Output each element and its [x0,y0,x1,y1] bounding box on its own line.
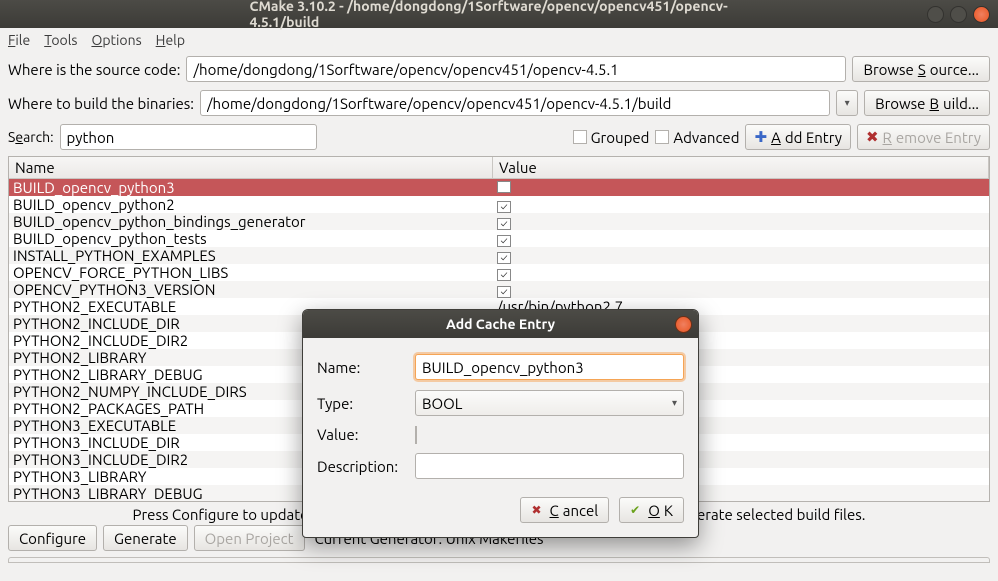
dialog-cancel-button[interactable]: Cancel [520,497,609,523]
dialog-value-checkbox[interactable] [415,426,417,444]
build-label: Where to build the binaries: [8,95,194,112]
configure-button[interactable]: Configure [8,525,97,551]
add-entry-button[interactable]: ✚ Add Entry [745,124,850,150]
dialog-close-icon[interactable] [675,316,692,333]
build-row: Where to build the binaries: ▾ Browse Bu… [0,86,998,120]
grouped-checkbox[interactable]: Grouped [573,129,650,146]
browse-source-button[interactable]: Browse Source... [852,56,990,82]
dialog-name-input[interactable] [415,354,684,380]
dialog-title: Add Cache Entry [446,316,555,332]
cell-value[interactable] [493,196,989,213]
cell-checkbox[interactable] [497,269,511,281]
cell-name: BUILD_opencv_python2 [9,196,493,213]
menu-help[interactable]: Help [156,32,185,48]
cell-name: INSTALL_PYTHON_EXAMPLES [9,247,493,264]
window-titlebar: CMake 3.10.2 - /home/dongdong/1Sorftware… [0,0,998,28]
menu-file[interactable]: File [8,32,30,48]
build-history-dropdown[interactable]: ▾ [836,90,858,116]
close-icon[interactable] [973,6,990,23]
cell-name: OPENCV_FORCE_PYTHON_LIBS [9,264,493,281]
cell-checkbox[interactable] [497,252,511,264]
maximize-icon[interactable] [950,6,967,23]
menubar: File Tools Options Help [0,28,998,52]
advanced-checkbox[interactable]: Advanced [655,129,739,146]
cell-value[interactable] [493,230,989,247]
dialog-description-input[interactable] [415,453,684,479]
remove-entry-button: ✖ Remove Entry [857,124,990,150]
search-row: Search: Grouped Advanced ✚ Add Entry ✖ R… [0,120,998,154]
table-row[interactable]: BUILD_opencv_python3 [9,179,989,196]
cell-name: BUILD_opencv_python3 [9,179,493,196]
column-header-name[interactable]: Name [9,157,493,178]
table-row[interactable]: BUILD_opencv_python2 [9,196,989,213]
cell-value[interactable] [493,247,989,264]
cell-checkbox[interactable] [497,286,511,298]
cell-checkbox[interactable] [497,201,511,213]
cell-value[interactable] [493,213,989,230]
minimize-icon[interactable] [927,6,944,23]
cell-checkbox[interactable] [497,181,511,193]
generate-button[interactable]: Generate [103,525,188,551]
menu-options[interactable]: Options [91,32,141,48]
search-label: Search: [8,129,54,145]
cell-value[interactable] [493,264,989,281]
source-input[interactable] [186,56,846,82]
dialog-value-label: Value: [317,426,409,443]
chevron-down-icon: ▾ [672,397,677,409]
source-label: Where is the source code: [8,61,180,78]
window-title: CMake 3.10.2 - /home/dongdong/1Sorftware… [250,0,749,30]
table-row[interactable]: OPENCV_FORCE_PYTHON_LIBS [9,264,989,281]
column-header-value[interactable]: Value [493,157,989,178]
dialog-name-label: Name: [317,359,409,376]
cell-name: BUILD_opencv_python_tests [9,230,493,247]
cell-checkbox[interactable] [497,235,511,247]
table-row[interactable]: OPENCV_PYTHON3_VERSION [9,281,989,298]
table-row[interactable]: BUILD_opencv_python_tests [9,230,989,247]
open-project-button: Open Project [194,525,305,551]
table-row[interactable]: INSTALL_PYTHON_EXAMPLES [9,247,989,264]
output-panel [8,557,990,563]
cell-name: OPENCV_PYTHON3_VERSION [9,281,493,298]
source-row: Where is the source code: Browse Source.… [0,52,998,86]
cell-value[interactable] [493,281,989,298]
dialog-type-label: Type: [317,395,409,412]
dialog-type-select[interactable]: BOOL▾ [415,390,684,416]
dialog-ok-button[interactable]: OK [619,497,684,523]
cell-checkbox[interactable] [497,218,511,230]
build-input[interactable] [200,90,830,116]
cell-value[interactable] [493,179,989,196]
search-input[interactable] [60,124,318,150]
dialog-description-label: Description: [317,458,409,475]
table-row[interactable]: BUILD_opencv_python_bindings_generator [9,213,989,230]
browse-build-button[interactable]: Browse Build... [864,90,990,116]
menu-tools[interactable]: Tools [44,32,77,48]
cell-name: BUILD_opencv_python_bindings_generator [9,213,493,230]
add-cache-entry-dialog: Add Cache Entry Name: Type: BOOL▾ Value:… [302,309,699,538]
